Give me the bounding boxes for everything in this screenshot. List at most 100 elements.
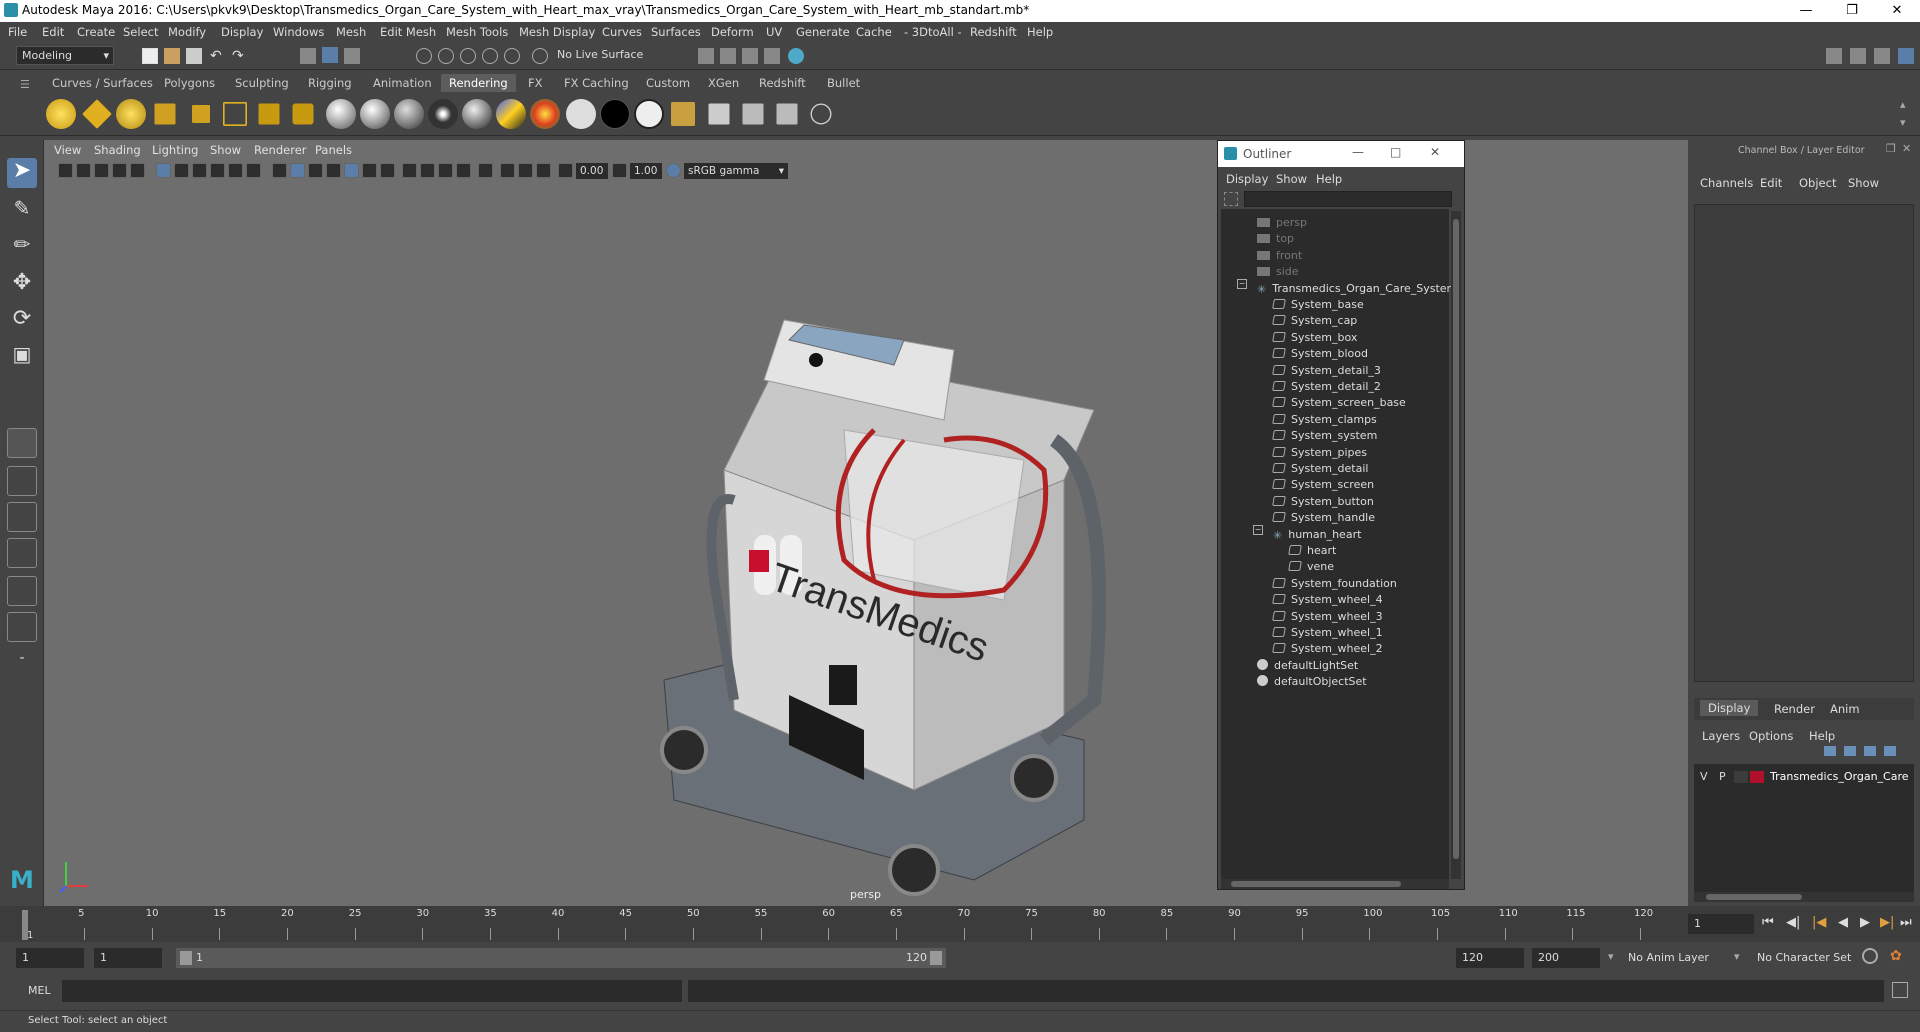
outliner-close-button[interactable]: ✕ [1430, 145, 1440, 159]
show-menu[interactable]: Show [1848, 176, 1879, 190]
layers-menu[interactable]: Layers [1702, 729, 1740, 743]
snap-curve-icon[interactable] [438, 48, 454, 64]
render-settings-icon[interactable] [764, 48, 780, 64]
resolution-gate-icon[interactable] [192, 163, 207, 178]
step-back-frame-icon[interactable]: |◀ [1812, 915, 1826, 930]
snap-surface-icon[interactable] [504, 48, 520, 64]
redo-icon[interactable]: ↷ [232, 48, 248, 64]
bookmark-icon[interactable] [94, 163, 109, 178]
live-surface-field[interactable]: No Live Surface [552, 46, 644, 65]
menu-display[interactable]: Display [221, 25, 263, 39]
volume-light-icon[interactable] [223, 102, 247, 126]
ambient-light-icon[interactable] [46, 99, 76, 129]
safe-action-icon[interactable] [246, 163, 261, 178]
ipr-shelf-icon[interactable] [776, 103, 798, 125]
film-gate-icon[interactable] [174, 163, 189, 178]
menu-modify[interactable]: Modify [168, 25, 206, 39]
default-material-icon[interactable] [308, 163, 323, 178]
vp-menu-renderer[interactable]: Renderer [254, 143, 307, 157]
shelf-tab-rendering[interactable]: Rendering [441, 74, 516, 92]
use-all-lights-icon[interactable] [362, 163, 377, 178]
new-empty-layer-icon[interactable] [1864, 746, 1876, 756]
menu-curves[interactable]: Curves [602, 25, 642, 39]
shelf-tab-bullet[interactable]: Bullet [827, 76, 860, 90]
lasso-tool-icon[interactable]: ✎ [7, 196, 37, 226]
menu-uv[interactable]: UV [766, 25, 782, 39]
layer-playback-toggle[interactable]: P [1719, 770, 1726, 783]
render-current-icon[interactable] [742, 103, 764, 125]
range-end-handle[interactable] [930, 951, 942, 965]
layer-hscrollbar[interactable] [1694, 892, 1914, 902]
shelf-tab-curves-surfaces[interactable]: Curves / Surfaces [52, 76, 153, 90]
outliner-scrollbar[interactable] [1451, 211, 1461, 879]
custom-layout-icon[interactable]: - [7, 650, 37, 680]
scene-start-field[interactable]: 1 [16, 948, 84, 968]
four-pane-layout-icon[interactable] [7, 466, 37, 496]
layer-name[interactable]: Transmedics_Organ_Care [1770, 770, 1909, 783]
menu-deform[interactable]: Deform [711, 25, 754, 39]
layer-color-swatch[interactable] [1750, 771, 1764, 783]
snap-view-icon[interactable] [482, 48, 498, 64]
camera-aim-icon[interactable] [258, 103, 280, 125]
minimize-button[interactable]: — [1783, 0, 1829, 22]
channel-box-float-icon[interactable]: ❐ [1886, 142, 1896, 155]
anti-aliasing-icon[interactable] [438, 163, 453, 178]
paint-select-tool-icon[interactable]: ✏ [7, 232, 37, 262]
open-scene-icon[interactable] [164, 48, 180, 64]
camera-attributes-icon[interactable] [76, 163, 91, 178]
outliner-filter-icon[interactable] [1224, 192, 1238, 206]
channels-menu[interactable]: Channels [1700, 176, 1753, 190]
outliner-maximize-button[interactable]: □ [1390, 145, 1401, 159]
go-to-end-icon[interactable]: ⏭ [1900, 915, 1912, 930]
mode-selector[interactable]: Modeling ▾ [16, 46, 114, 65]
object-menu[interactable]: Object [1799, 176, 1836, 190]
collapse-toggle-icon[interactable]: − [1253, 525, 1263, 535]
layer-visibility-toggle[interactable]: V [1700, 770, 1708, 783]
attribute-editor-icon[interactable] [1850, 48, 1866, 64]
shelf-menu-icon[interactable]: ☰ [20, 78, 36, 94]
close-button[interactable]: ✕ [1874, 0, 1920, 22]
vp-menu-view[interactable]: View [54, 143, 81, 157]
layer-tab-display[interactable]: Display [1700, 700, 1759, 716]
screen-space-ao-icon[interactable] [402, 163, 417, 178]
play-backward-icon[interactable]: ◀ [1838, 915, 1848, 930]
maximize-button[interactable]: ❐ [1829, 0, 1875, 22]
play-forward-icon[interactable]: ▶ [1860, 915, 1870, 930]
gate-mask-icon[interactable] [210, 163, 225, 178]
color-space-select[interactable]: sRGB gamma ▾ [684, 163, 788, 179]
directional-light-icon[interactable] [82, 99, 112, 129]
layer-reference-toggle[interactable] [1734, 771, 1748, 783]
time-slider[interactable]: 1 5 10 15 20 25 30 35 40 45 50 55 60 65 70 75 80 85 90 95 1… [0, 906, 1920, 942]
menu-help[interactable]: Help [1027, 25, 1053, 39]
outliner-menu-help[interactable]: Help [1316, 172, 1342, 186]
move-layer-up-icon[interactable] [1824, 746, 1836, 756]
anim-prefs-icon[interactable]: ✿ [1890, 948, 1902, 964]
xray-components-icon[interactable] [536, 163, 551, 178]
smooth-shade-icon[interactable] [290, 163, 305, 178]
shelf-tab-animation[interactable]: Animation [373, 76, 432, 90]
menu-redshift[interactable]: Redshift [970, 25, 1017, 39]
xray-joints-icon[interactable] [518, 163, 533, 178]
range-slider[interactable]: 1 120 [176, 948, 946, 968]
menu-mesh-tools[interactable]: Mesh Tools [446, 25, 508, 39]
playback-end-field[interactable]: 120 [1456, 948, 1524, 968]
image-plane-icon[interactable] [112, 163, 127, 178]
side-by-side-layout-icon[interactable] [7, 502, 37, 532]
go-to-start-icon[interactable]: ⏮ [1762, 915, 1774, 930]
collapse-toggle-icon[interactable]: − [1237, 279, 1247, 289]
vp-menu-lighting[interactable]: Lighting [152, 143, 198, 157]
anim-layer-select[interactable]: No Anim Layer [1628, 951, 1709, 964]
script-editor-icon[interactable] [1892, 982, 1908, 998]
shelf-tab-xgen[interactable]: XGen [708, 76, 739, 90]
menu-mesh[interactable]: Mesh [336, 25, 366, 39]
layer-row[interactable]: V P Transmedics_Organ_Care [1694, 768, 1914, 786]
modeling-toolkit-icon[interactable] [1826, 48, 1842, 64]
shelf-tab-sculpting[interactable]: Sculpting [235, 76, 289, 90]
shelf-tab-rigging[interactable]: Rigging [308, 76, 352, 90]
view-2d-pan-icon[interactable] [130, 163, 145, 178]
surface-shader-icon[interactable] [566, 99, 596, 129]
auto-key-icon[interactable] [1862, 948, 1878, 964]
phong-shader-icon[interactable] [394, 99, 424, 129]
new-layer-selected-icon[interactable] [1884, 746, 1896, 756]
snap-point-icon[interactable] [460, 48, 476, 64]
